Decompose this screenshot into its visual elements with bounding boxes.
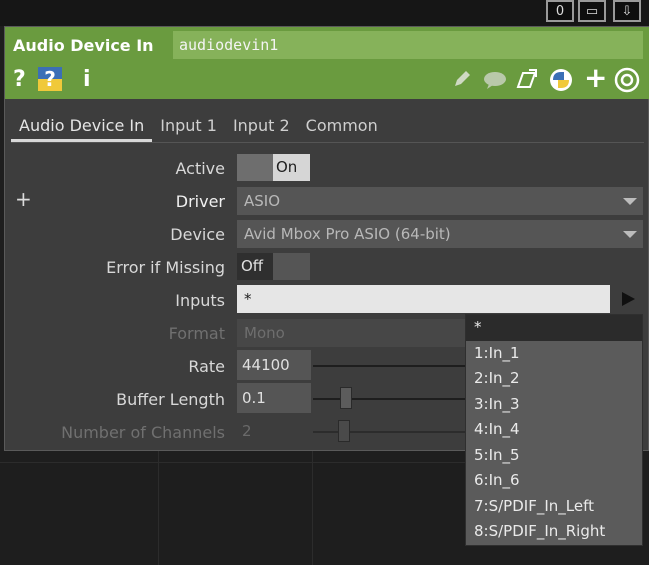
tab-divider	[11, 142, 644, 143]
info-icon[interactable]: i	[83, 67, 91, 92]
svg-text:?: ?	[44, 67, 56, 91]
python-icon[interactable]	[549, 68, 573, 96]
tab-input-1[interactable]: Input 1	[152, 112, 225, 142]
toggle-on-value: On	[273, 154, 310, 181]
comment-icon[interactable]	[483, 71, 507, 93]
clone-icon[interactable]	[515, 69, 537, 95]
edit-icon[interactable]	[452, 69, 472, 93]
format-value: Mono	[244, 324, 285, 342]
active-toggle[interactable]: On	[237, 154, 310, 181]
rate-label: Rate	[188, 357, 225, 376]
device-label: Device	[170, 225, 225, 244]
driver-value: ASIO	[244, 192, 281, 210]
inputs-label: Inputs	[175, 291, 225, 310]
number-of-channels-slider-handle	[338, 420, 350, 442]
rate-slider-track[interactable]	[313, 365, 465, 367]
play-icon	[622, 292, 635, 306]
buffer-length-slider-track[interactable]	[313, 398, 465, 400]
grid-line	[0, 462, 465, 463]
toggle-on-segment	[273, 253, 310, 280]
menu-item[interactable]: 3:In_3	[466, 392, 642, 418]
menu-item[interactable]: 8:S/PDIF_In_Right	[466, 519, 642, 545]
device-value: Avid Mbox Pro ASIO (64-bit)	[244, 225, 451, 243]
tab-input-2[interactable]: Input 2	[225, 112, 298, 142]
grid-line	[312, 451, 313, 565]
chevron-down-icon	[623, 231, 637, 238]
driver-dropdown[interactable]: ASIO	[237, 187, 643, 215]
menu-item[interactable]: 7:S/PDIF_In_Left	[466, 494, 642, 520]
menu-item[interactable]: *	[466, 315, 642, 341]
download-button[interactable]: ⇩	[613, 0, 641, 22]
window-button[interactable]: ▭	[578, 0, 606, 22]
target-icon[interactable]	[614, 67, 640, 97]
driver-label: Driver	[175, 192, 225, 211]
tab-audio-device-in[interactable]: Audio Device In	[11, 112, 153, 142]
menu-item[interactable]: 4:In_4	[466, 417, 642, 443]
number-of-channels-label: Number of Channels	[61, 423, 225, 442]
active-label: Active	[175, 159, 226, 178]
inputs-menu-button[interactable]	[613, 285, 643, 313]
inputs-field[interactable]: *	[237, 285, 610, 313]
menu-item[interactable]: 1:In_1	[466, 341, 642, 367]
device-dropdown[interactable]: Avid Mbox Pro ASIO (64-bit)	[237, 220, 643, 248]
top-toolbar: 0 ▭ ⇩	[0, 0, 649, 26]
panel-header: Audio Device In audiodevin1 ? ? i +	[5, 27, 649, 99]
format-label: Format	[168, 324, 225, 343]
menu-item[interactable]: 6:In_6	[466, 468, 642, 494]
chevron-down-icon	[623, 198, 637, 205]
python-help-icon[interactable]: ?	[38, 67, 62, 91]
toggle-off-value: Off	[237, 253, 273, 280]
zero-button[interactable]: 0	[546, 0, 574, 22]
parameter-tabs: Audio Device In Input 1 Input 2 Common	[11, 112, 386, 142]
buffer-length-field[interactable]: 0.1	[237, 383, 311, 413]
tab-common[interactable]: Common	[298, 112, 386, 142]
buffer-length-label: Buffer Length	[116, 390, 225, 409]
expand-plus-icon[interactable]: +	[15, 187, 32, 211]
error-if-missing-toggle[interactable]: Off	[237, 253, 310, 280]
rate-field[interactable]: 44100	[237, 350, 311, 380]
operator-name-field[interactable]: audiodevin1	[173, 31, 643, 59]
grid-line	[158, 451, 159, 565]
buffer-length-slider-handle[interactable]	[340, 387, 352, 409]
menu-item[interactable]: 5:In_5	[466, 443, 642, 469]
error-if-missing-label: Error if Missing	[106, 258, 225, 277]
help-icon[interactable]: ?	[13, 67, 26, 92]
toggle-off-segment	[237, 154, 273, 181]
operator-type-label: Audio Device In	[13, 36, 154, 55]
inputs-popup-menu: * 1:In_1 2:In_2 3:In_3 4:In_4 5:In_5 6:I…	[465, 314, 643, 546]
menu-item[interactable]: 2:In_2	[466, 366, 642, 392]
number-of-channels-field: 2	[237, 416, 311, 446]
add-icon[interactable]: +	[584, 61, 607, 94]
number-of-channels-slider-track	[313, 431, 465, 433]
